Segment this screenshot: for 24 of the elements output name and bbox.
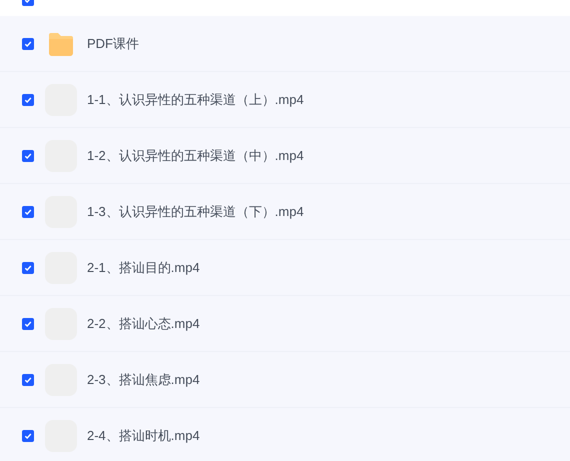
file-name[interactable]: 2-2、搭讪心态.mp4 <box>87 314 200 334</box>
file-name[interactable]: PDF课件 <box>87 34 139 54</box>
file-name[interactable]: 2-4、搭讪时机.mp4 <box>87 426 200 446</box>
checkbox[interactable] <box>22 430 34 442</box>
check-icon <box>24 40 32 48</box>
checkbox[interactable] <box>22 262 34 274</box>
check-icon <box>24 96 32 104</box>
check-icon <box>24 376 32 384</box>
file-name[interactable]: 2-1、搭讪目的.mp4 <box>87 258 200 278</box>
file-name[interactable]: 1-2、认识异性的五种渠道（中）.mp4 <box>87 146 304 166</box>
check-icon <box>24 432 32 440</box>
file-name[interactable]: 1-1、认识异性的五种渠道（上）.mp4 <box>87 90 304 110</box>
checkbox[interactable] <box>22 94 34 106</box>
file-name[interactable]: 1-3、认识异性的五种渠道（下）.mp4 <box>87 202 304 222</box>
file-name[interactable]: 2-3、搭讪焦虑.mp4 <box>87 370 200 390</box>
check-icon <box>24 152 32 160</box>
checkbox[interactable] <box>22 206 34 218</box>
check-icon <box>24 320 32 328</box>
checkbox[interactable] <box>22 38 34 50</box>
check-icon <box>24 208 32 216</box>
checkbox[interactable] <box>22 318 34 330</box>
checkbox[interactable] <box>22 374 34 386</box>
check-icon <box>24 264 32 272</box>
checkbox[interactable] <box>22 150 34 162</box>
